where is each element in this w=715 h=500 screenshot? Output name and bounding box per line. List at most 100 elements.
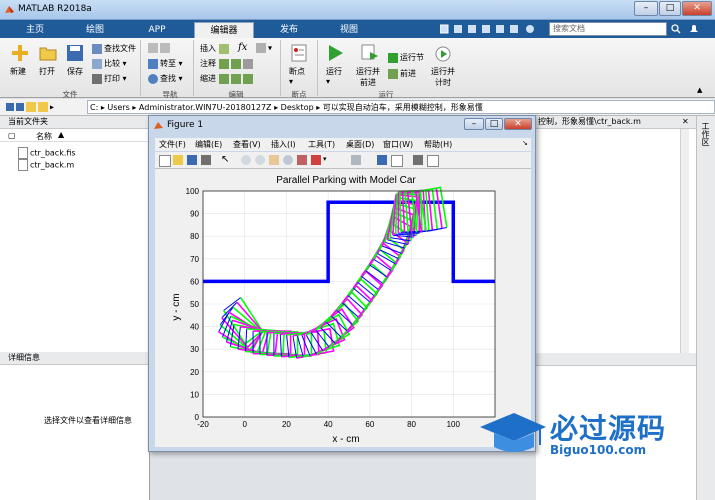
print-button[interactable]: 打印 ▾: [92, 73, 127, 84]
back-arrow-icon[interactable]: [6, 103, 14, 111]
command-window-header: [536, 353, 696, 366]
nav-buttons[interactable]: ▸: [6, 102, 54, 112]
workspace-side-tab[interactable]: 工作区: [699, 122, 711, 146]
brush-dropdown-icon[interactable]: ▾: [323, 155, 333, 165]
arrow-right-icon: [160, 43, 170, 53]
browse-folder-icon[interactable]: [38, 102, 48, 112]
file-item[interactable]: ctr_back.fis: [18, 147, 76, 159]
new-figure-icon[interactable]: [159, 155, 171, 167]
open-file-icon[interactable]: [173, 155, 183, 165]
insert-colorbar-icon[interactable]: [377, 155, 387, 165]
print-figure-icon[interactable]: [201, 155, 211, 165]
details-message: 选择文件以查看详细信息: [44, 416, 132, 425]
run-button[interactable]: 运行 ▾: [326, 66, 342, 86]
find-button[interactable]: 查找 ▾: [148, 73, 183, 84]
search-icon[interactable]: [671, 24, 681, 34]
run-and-time-button[interactable]: 运行并 计时: [431, 66, 455, 88]
open-button[interactable]: 打开: [39, 66, 55, 77]
hide-plot-tools-icon[interactable]: [413, 155, 423, 165]
open-folder-icon: [39, 47, 57, 61]
tab-home[interactable]: 主页: [14, 22, 56, 38]
collapse-ribbon-button[interactable]: ▲: [697, 86, 702, 94]
zoom-in-icon[interactable]: [241, 155, 251, 165]
insert-legend-icon[interactable]: [391, 155, 403, 167]
compare-icon: [92, 58, 102, 69]
menu-help[interactable]: 帮助(H): [424, 139, 452, 150]
goto-button[interactable]: 转至 ▾: [148, 58, 183, 69]
x-axis-label: x - cm: [332, 434, 359, 445]
link-plot-icon[interactable]: [351, 155, 361, 165]
nav-back-forward[interactable]: [148, 43, 172, 53]
tab-view[interactable]: 视图: [326, 22, 372, 38]
tab-editor[interactable]: 编辑器: [194, 22, 254, 39]
watermark: 必过源码 Biguo100.com: [478, 405, 708, 465]
menu-tools[interactable]: 工具(T): [308, 139, 335, 150]
print-icon: [92, 73, 102, 84]
path-segment[interactable]: C:: [90, 103, 98, 112]
zoom-out-icon[interactable]: [255, 155, 265, 165]
save-figure-icon[interactable]: [187, 155, 197, 165]
search-documentation-input[interactable]: 搜索文档: [549, 22, 667, 36]
arrow-left-icon: [148, 43, 158, 53]
forward-arrow-icon[interactable]: [16, 103, 24, 111]
data-cursor-icon[interactable]: [297, 155, 307, 165]
show-plot-tools-icon[interactable]: [427, 155, 439, 167]
find-files-button[interactable]: 查找文件: [92, 43, 136, 54]
file-list-header[interactable]: ▢ 名称 ▲: [0, 129, 150, 142]
close-button[interactable]: ✕: [682, 1, 712, 16]
path-segment[interactable]: Desktop: [281, 103, 314, 112]
figure-menubar: 文件(F) 编辑(E) 查看(V) 插入(I) 工具(T) 桌面(D) 窗口(W…: [155, 138, 531, 151]
rotate-3d-icon[interactable]: [283, 155, 293, 165]
menu-view[interactable]: 查看(V): [233, 139, 261, 150]
path-segment[interactable]: 可以实现自动泊车，采用模糊控制，形象易懂: [323, 103, 483, 112]
tab-apps[interactable]: APP: [136, 22, 178, 38]
indent-button[interactable]: 缩进: [200, 73, 255, 84]
run-and-advance-button[interactable]: 运行并 前进: [356, 66, 380, 88]
insert-icon: [218, 43, 229, 54]
insert-more-button[interactable]: ▾: [256, 43, 272, 53]
minimize-button[interactable]: –: [634, 1, 658, 16]
figure-maximize-button[interactable]: □: [485, 118, 503, 130]
watermark-subtitle: Biguo100.com: [550, 443, 647, 457]
menu-insert[interactable]: 插入(I): [271, 139, 296, 150]
save-button[interactable]: 保存: [67, 66, 83, 77]
column-name[interactable]: 名称: [36, 131, 52, 142]
current-folder-path[interactable]: C: ▸ Users ▸ Administrator.WIN7U-2018012…: [87, 100, 715, 114]
menu-dock-arrow-icon[interactable]: ↘: [522, 139, 528, 147]
advance-button[interactable]: 前进: [388, 68, 416, 79]
comment-button[interactable]: 注释: [200, 58, 255, 69]
tab-plots[interactable]: 绘图: [74, 22, 116, 38]
bell-icon[interactable]: [688, 23, 700, 35]
figure-close-button[interactable]: ✕: [504, 118, 532, 130]
editor-scrollbar[interactable]: [680, 129, 689, 354]
compare-button[interactable]: 比较 ▾: [92, 58, 127, 69]
new-button[interactable]: 新建: [10, 66, 26, 77]
file-item[interactable]: ctr_back.m: [18, 159, 74, 171]
parking-plot: -20 0 20 40 60 80 1000102030405060708090100 Pa…: [171, 175, 496, 445]
breakpoints-button[interactable]: 断点 ▾: [289, 66, 305, 86]
run-section-button[interactable]: 运行节: [388, 52, 424, 63]
menu-file[interactable]: 文件(F): [159, 139, 186, 150]
menu-desktop[interactable]: 桌面(D): [346, 139, 374, 150]
m-file-icon: [18, 159, 28, 171]
x-tick-label: -20: [197, 420, 209, 429]
figure-minimize-button[interactable]: –: [464, 118, 484, 130]
current-folder-header: 当前文件夹: [0, 116, 150, 129]
quick-access-toolbar[interactable]: [440, 24, 540, 35]
toolstrip-tabs: 主页 绘图 APP 编辑器 发布 视图 搜索文档: [0, 20, 715, 39]
brush-icon[interactable]: [311, 155, 321, 165]
fx-button[interactable]: fx: [238, 42, 247, 53]
editor-tab-close-icon[interactable]: ✕: [682, 117, 689, 126]
figure-window: Figure 1 – □ ✕ 文件(F) 编辑(E) 查看(V) 插入(I) 工…: [148, 115, 536, 452]
menu-edit[interactable]: 编辑(E): [195, 139, 222, 150]
up-folder-icon[interactable]: [26, 102, 36, 112]
insert-button[interactable]: 插入: [200, 43, 231, 54]
maximize-button[interactable]: □: [659, 1, 681, 16]
pan-hand-icon[interactable]: [269, 155, 279, 165]
menu-window[interactable]: 窗口(W): [383, 139, 413, 150]
path-segment[interactable]: Users: [107, 103, 129, 112]
path-segment[interactable]: Administrator.WIN7U-20180127Z: [139, 103, 272, 112]
pointer-icon[interactable]: ↖: [221, 155, 231, 165]
tab-publish[interactable]: 发布: [266, 22, 312, 38]
editor-tab[interactable]: 控制，形象易懂\ctr_back.m: [536, 116, 696, 129]
